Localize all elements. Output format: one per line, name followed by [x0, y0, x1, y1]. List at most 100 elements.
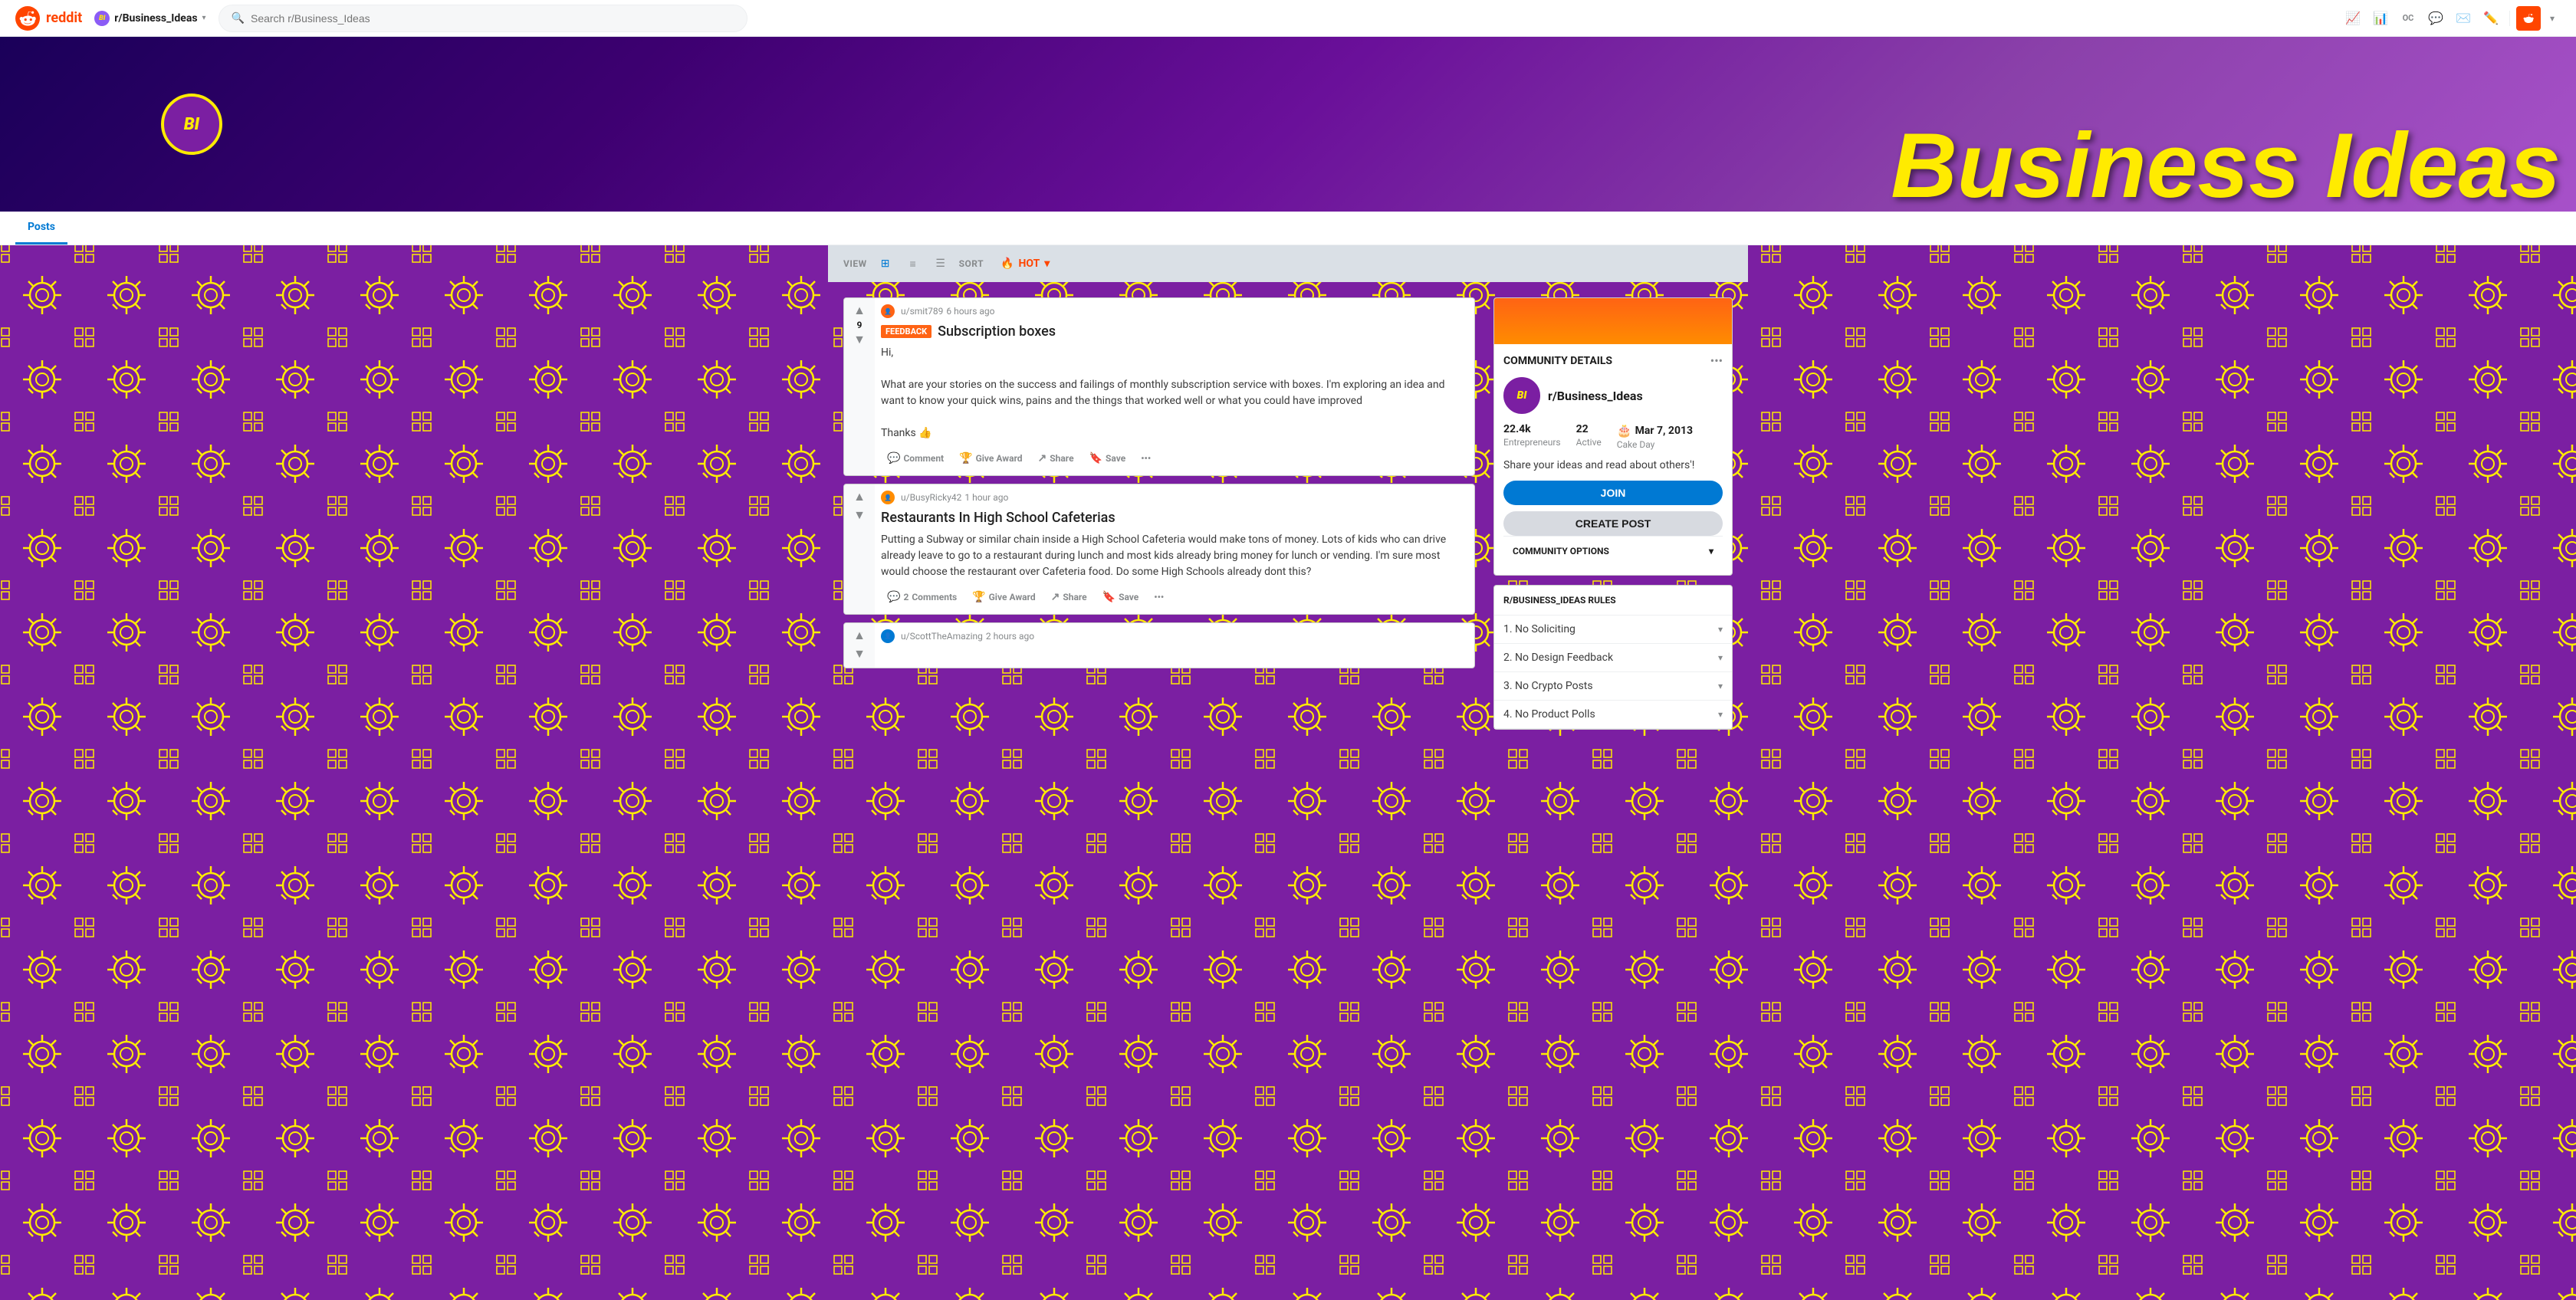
community-details-title-row: COMMUNITY DETAILS •••	[1503, 353, 1723, 368]
post-meta: 👤 u/BusyRicky42 1 hour ago	[881, 491, 1468, 504]
stat-entrepreneurs-label: Entrepreneurs	[1503, 437, 1561, 448]
chat-icon-btn[interactable]: 💬	[2423, 6, 2448, 31]
upvote-btn[interactable]: ▲	[853, 629, 866, 642]
banner-logo-initials: BI	[184, 115, 199, 134]
subreddit-selector[interactable]: BI r/Business_Ideas ▾	[94, 11, 205, 26]
search-bar[interactable]: 🔍	[219, 5, 748, 32]
downvote-btn[interactable]: ▼	[853, 333, 866, 346]
sort-label: SORT	[959, 258, 984, 269]
nav-dropdown-btn[interactable]: ▾	[2544, 10, 2561, 27]
navbar: reddit BI r/Business_Ideas ▾ 🔍 📈 📊 OC 💬 …	[0, 0, 2576, 37]
downvote-btn[interactable]: ▼	[853, 648, 866, 660]
post-time: 6 hours ago	[946, 306, 994, 317]
rule-3-text: 3. No Crypto Posts	[1503, 680, 1593, 692]
rules-card: R/BUSINESS_IDEAS RULES 1. No Soliciting …	[1493, 585, 1733, 730]
comment-btn[interactable]: 💬 2 Comments	[881, 586, 963, 608]
stat-active-label: Active	[1576, 437, 1602, 448]
search-input[interactable]	[251, 12, 734, 25]
chart-icon-btn[interactable]: 📊	[2368, 6, 2393, 31]
post-author[interactable]: u/smit789	[901, 306, 943, 317]
subreddit-banner: BI Business Ideas	[0, 37, 2576, 212]
share-icon: ↗	[1038, 452, 1047, 465]
stat-entrepreneurs: 22.4k Entrepreneurs	[1503, 423, 1561, 450]
share-btn[interactable]: ↗ Share	[1045, 586, 1093, 608]
rule-item[interactable]: 1. No Soliciting ▾	[1494, 616, 1732, 644]
post-card[interactable]: ▲ 9 ▼ 👤 u/smit789 6 hours ago FEEDBACK S…	[843, 297, 1475, 476]
community-options-chevron-icon: ▾	[1709, 546, 1714, 556]
post-content: 👤 u/BusyRicky42 1 hour ago Restaurants I…	[875, 484, 1474, 613]
community-stats: 22.4k Entrepreneurs 22 Active 🎂 Mar 7, 2…	[1503, 423, 1723, 450]
sort-bar: VIEW ⊞ ≡ ☰ SORT 🔥 HOT ▾	[828, 245, 1748, 282]
post-flair[interactable]: FEEDBACK	[881, 325, 932, 338]
banner-title: Business Ideas	[1891, 120, 2576, 212]
stat-active-value: 22	[1576, 423, 1602, 435]
upvote-btn[interactable]: ▲	[853, 491, 866, 503]
post-author[interactable]: u/BusyRicky42	[901, 492, 961, 503]
post-body: Hi, What are your stories on the success…	[881, 345, 1468, 442]
more-btn[interactable]: •••	[1135, 448, 1157, 468]
cake-icon: 🎂	[1617, 423, 1632, 438]
post-actions: 💬 Comment 🏆 Give Award ↗ Share 🔖 Save	[881, 448, 1468, 469]
post-author-avatar: 👤	[881, 629, 895, 643]
edit-icon-btn[interactable]: ✏️	[2479, 6, 2503, 31]
trending-icon-btn[interactable]: 📈	[2341, 6, 2365, 31]
reddit-logo[interactable]: reddit	[15, 6, 82, 31]
subreddit-icon: BI	[94, 11, 110, 26]
more-btn[interactable]: •••	[1148, 587, 1170, 607]
comment-btn[interactable]: 💬 Comment	[881, 448, 950, 469]
mail-icon-btn[interactable]: ✉️	[2451, 6, 2476, 31]
post-card[interactable]: ▲ ▼ 👤 u/BusyRicky42 1 hour ago Restauran…	[843, 484, 1475, 614]
sort-hot-btn[interactable]: 🔥 HOT ▾	[993, 253, 1057, 274]
rule-item[interactable]: 2. No Design Feedback ▾	[1494, 644, 1732, 672]
rule-2-number: 2.	[1503, 652, 1513, 664]
main-layout: ▲ 9 ▼ 👤 u/smit789 6 hours ago FEEDBACK S…	[828, 282, 1748, 745]
upvote-btn[interactable]: ▲	[853, 304, 866, 317]
award-label: Give Award	[976, 453, 1023, 464]
share-btn[interactable]: ↗ Share	[1032, 448, 1080, 469]
stat-cake-day-value: Mar 7, 2013	[1635, 425, 1693, 437]
post-card[interactable]: ▲ ▼ 👤 u/ScottTheAmazing 2 hours ago	[843, 622, 1475, 668]
subreddit-tabs: Posts	[0, 212, 2576, 245]
rule-2-text: 2. No Design Feedback	[1503, 652, 1613, 664]
post-title-row: FEEDBACK Subscription boxes	[881, 323, 1468, 340]
create-post-btn[interactable]: CREATE POST	[1503, 511, 1723, 536]
rule-3-label: No Crypto Posts	[1515, 680, 1593, 692]
user-icon	[2521, 11, 2536, 26]
view-card-btn[interactable]: ⊞	[876, 254, 895, 273]
view-compact-btn[interactable]: ≡	[904, 254, 922, 273]
view-classic-btn[interactable]: ☰	[932, 254, 950, 273]
award-btn[interactable]: 🏆 Give Award	[953, 448, 1028, 469]
community-options-label: COMMUNITY OPTIONS	[1513, 546, 1609, 556]
community-options-toggle[interactable]: COMMUNITY OPTIONS ▾	[1503, 536, 1723, 566]
user-avatar[interactable]	[2516, 6, 2541, 31]
rule-item[interactable]: 3. No Crypto Posts ▾	[1494, 672, 1732, 701]
post-content: 👤 u/ScottTheAmazing 2 hours ago	[875, 623, 1474, 668]
save-btn[interactable]: 🔖 Save	[1083, 448, 1132, 469]
community-details-body: COMMUNITY DETAILS ••• BI r/Business_Idea…	[1494, 344, 1732, 575]
share-label: Share	[1063, 592, 1086, 602]
downvote-btn[interactable]: ▼	[853, 509, 866, 521]
rule-item[interactable]: 4. No Product Polls ▾	[1494, 701, 1732, 729]
community-icon-initials: BI	[1517, 389, 1527, 402]
community-description: Share your ideas and read about others'!	[1503, 459, 1723, 471]
tab-posts[interactable]: Posts	[15, 212, 67, 245]
subreddit-chevron-icon: ▾	[202, 14, 206, 22]
save-btn[interactable]: 🔖 Save	[1096, 586, 1145, 608]
post-meta: 👤 u/smit789 6 hours ago	[881, 304, 1468, 318]
rules-title: R/BUSINESS_IDEAS RULES	[1494, 586, 1732, 616]
oc-icon-btn[interactable]: OC	[2396, 6, 2420, 31]
share-label: Share	[1050, 453, 1073, 464]
nav-icons-group: 📈 📊 OC 💬 ✉️ ✏️ ▾	[2341, 6, 2561, 31]
hot-icon: 🔥	[1001, 258, 1014, 270]
community-details-more-btn[interactable]: •••	[1710, 353, 1723, 368]
post-author[interactable]: u/ScottTheAmazing	[901, 631, 983, 642]
post-vote-section: ▲ ▼	[844, 484, 875, 613]
more-icon: •••	[1154, 592, 1164, 602]
post-title: Subscription boxes	[938, 323, 1056, 340]
join-btn[interactable]: JOIN	[1503, 481, 1723, 505]
rule-4-label: No Product Polls	[1515, 708, 1595, 721]
award-btn[interactable]: 🏆 Give Award	[966, 586, 1041, 608]
community-icon-row: BI r/Business_Ideas	[1503, 377, 1723, 414]
save-icon: 🔖	[1089, 452, 1102, 465]
post-vote-section: ▲ ▼	[844, 623, 875, 668]
